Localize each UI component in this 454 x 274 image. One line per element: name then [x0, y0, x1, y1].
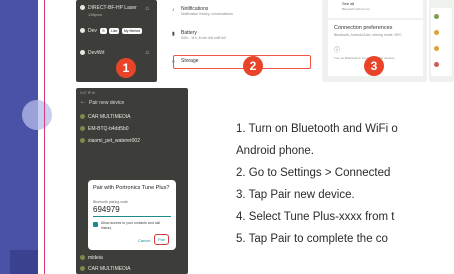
device-name: EM-BTQ-b4dd5b0: [88, 126, 129, 132]
list-item[interactable]: CAR MULTIMEDIA: [80, 114, 130, 120]
code-underline: [93, 216, 171, 217]
screenshot-pair-new-device: 9:37 ☰ ⊕ ← Pair new device CAR MULTIMEDI…: [76, 88, 188, 274]
bluetooth-icon: [80, 255, 85, 261]
device-name: Dev: [88, 28, 97, 34]
bluetooth-icon: [80, 266, 85, 272]
dot-icon: [434, 46, 439, 51]
highlight-box: [173, 55, 311, 69]
chip: S: [100, 28, 107, 34]
status-bar: 9:37 ☰ ⊕: [80, 91, 95, 95]
device-name: DIRECT-BF-HP Laser: [88, 5, 137, 11]
step-badge: 2: [243, 56, 263, 76]
device-name: xiaomi_pet_waterer002: [88, 138, 140, 144]
page-title: Pair new device: [89, 100, 125, 106]
screenshot-settings: ♪ Notifications Notification history, co…: [167, 0, 312, 82]
setting-notifications[interactable]: ♪ Notifications Notification history, co…: [172, 6, 233, 16]
step-5: 5. Tap Pair to complete the co: [236, 233, 388, 245]
info-icon: ⓘ: [334, 48, 341, 54]
bluetooth-icon: [80, 28, 85, 34]
screenshot-bluetooth-devices: DIRECT-BF-HP Laser 138pnw ⌂ Dev S Like M…: [76, 0, 157, 82]
step-badge: 1: [116, 58, 136, 78]
contacts-checkbox[interactable]: [93, 222, 98, 227]
setting-battery[interactable]: ▮ Battery 94% - 11h, 8 min left until fu…: [172, 30, 226, 40]
setting-sub: Notification history, conversations: [181, 12, 233, 16]
back-arrow-icon[interactable]: ←: [80, 99, 86, 105]
decor-circle: [22, 100, 52, 130]
dot-icon: [434, 14, 439, 19]
bluetooth-icon: [80, 114, 85, 120]
list-item[interactable]: CAR MULTIMEDIA: [80, 266, 130, 272]
setting-sub: 94% - 11h, 8 min left until full: [181, 36, 226, 40]
device-name: mideia: [88, 255, 103, 261]
step-badge: 3: [364, 56, 384, 76]
see-all-sub: Bluetooth will turn on: [342, 7, 370, 11]
device-row[interactable]: DevWrt: [80, 50, 105, 56]
bell-icon: ♪: [172, 7, 175, 13]
lock-icon: ⌂: [145, 6, 149, 12]
pair-dialog: Pair with Portronics Tune Plus? Bluetoot…: [88, 180, 176, 250]
step-2: 2. Go to Settings > Connected: [236, 167, 391, 179]
step-3: 3. Tap Pair new device.: [236, 189, 355, 201]
footer-note: Turn on Bluetooth to connect to other de…: [334, 56, 395, 60]
pair-button[interactable]: Pair: [154, 234, 170, 245]
bluetooth-icon: [80, 126, 85, 132]
decor-bar: [10, 250, 38, 274]
pairing-code: 694979: [93, 205, 120, 214]
connection-sub: Bluetooth, Android Auto, driving mode, N…: [334, 33, 402, 37]
list-item[interactable]: EM-BTQ-b4dd5b0: [80, 126, 129, 132]
screenshot-partial: [429, 0, 454, 82]
code-label: Bluetooth pairing code: [93, 200, 128, 204]
battery-icon: ▮: [172, 31, 175, 37]
dot-icon: [434, 62, 439, 67]
step-1: 1. Turn on Bluetooth and WiFi o: [236, 123, 398, 135]
left-decor-panel: [0, 0, 52, 274]
bluetooth-icon: [80, 5, 85, 11]
device-row[interactable]: DIRECT-BF-HP Laser: [80, 5, 137, 11]
connection-title: Connection preferences: [334, 25, 393, 31]
chip: Like: [109, 28, 120, 34]
checkbox-label: Allow access to your contacts and call h…: [101, 221, 160, 230]
device-name: DevWrt: [88, 50, 105, 56]
cancel-button[interactable]: Cancel: [138, 238, 150, 243]
bluetooth-icon: [80, 138, 85, 144]
dot-icon: [434, 30, 439, 35]
step-4: 4. Select Tune Plus-xxxx from t: [236, 211, 395, 223]
device-name: CAR MULTIMEDIA: [88, 114, 131, 120]
see-all-card[interactable]: See all Bluetooth will turn on: [328, 0, 423, 18]
list-item[interactable]: xiaomi_pet_waterer002: [80, 138, 140, 144]
device-row[interactable]: Dev S Like My Merkst: [80, 28, 142, 34]
see-all-label: See all: [342, 1, 355, 6]
partial-card: [431, 8, 452, 76]
step-1-cont: Android phone.: [236, 145, 315, 157]
device-name: CAR MULTIMEDIA: [88, 266, 131, 272]
list-item[interactable]: mideia: [80, 255, 103, 261]
chip: My Merkst: [121, 28, 142, 34]
settings-icon: ⌂: [145, 50, 149, 56]
dialog-title: Pair with Portronics Tune Plus?: [93, 185, 170, 191]
pink-divider: [44, 0, 45, 274]
device-sub: 138pnw: [88, 12, 103, 17]
bluetooth-icon: [80, 50, 85, 56]
screenshot-connected-devices: See all Bluetooth will turn on Connectio…: [322, 0, 427, 82]
instruction-list: 1. Turn on Bluetooth and WiFi o Android …: [236, 118, 454, 250]
